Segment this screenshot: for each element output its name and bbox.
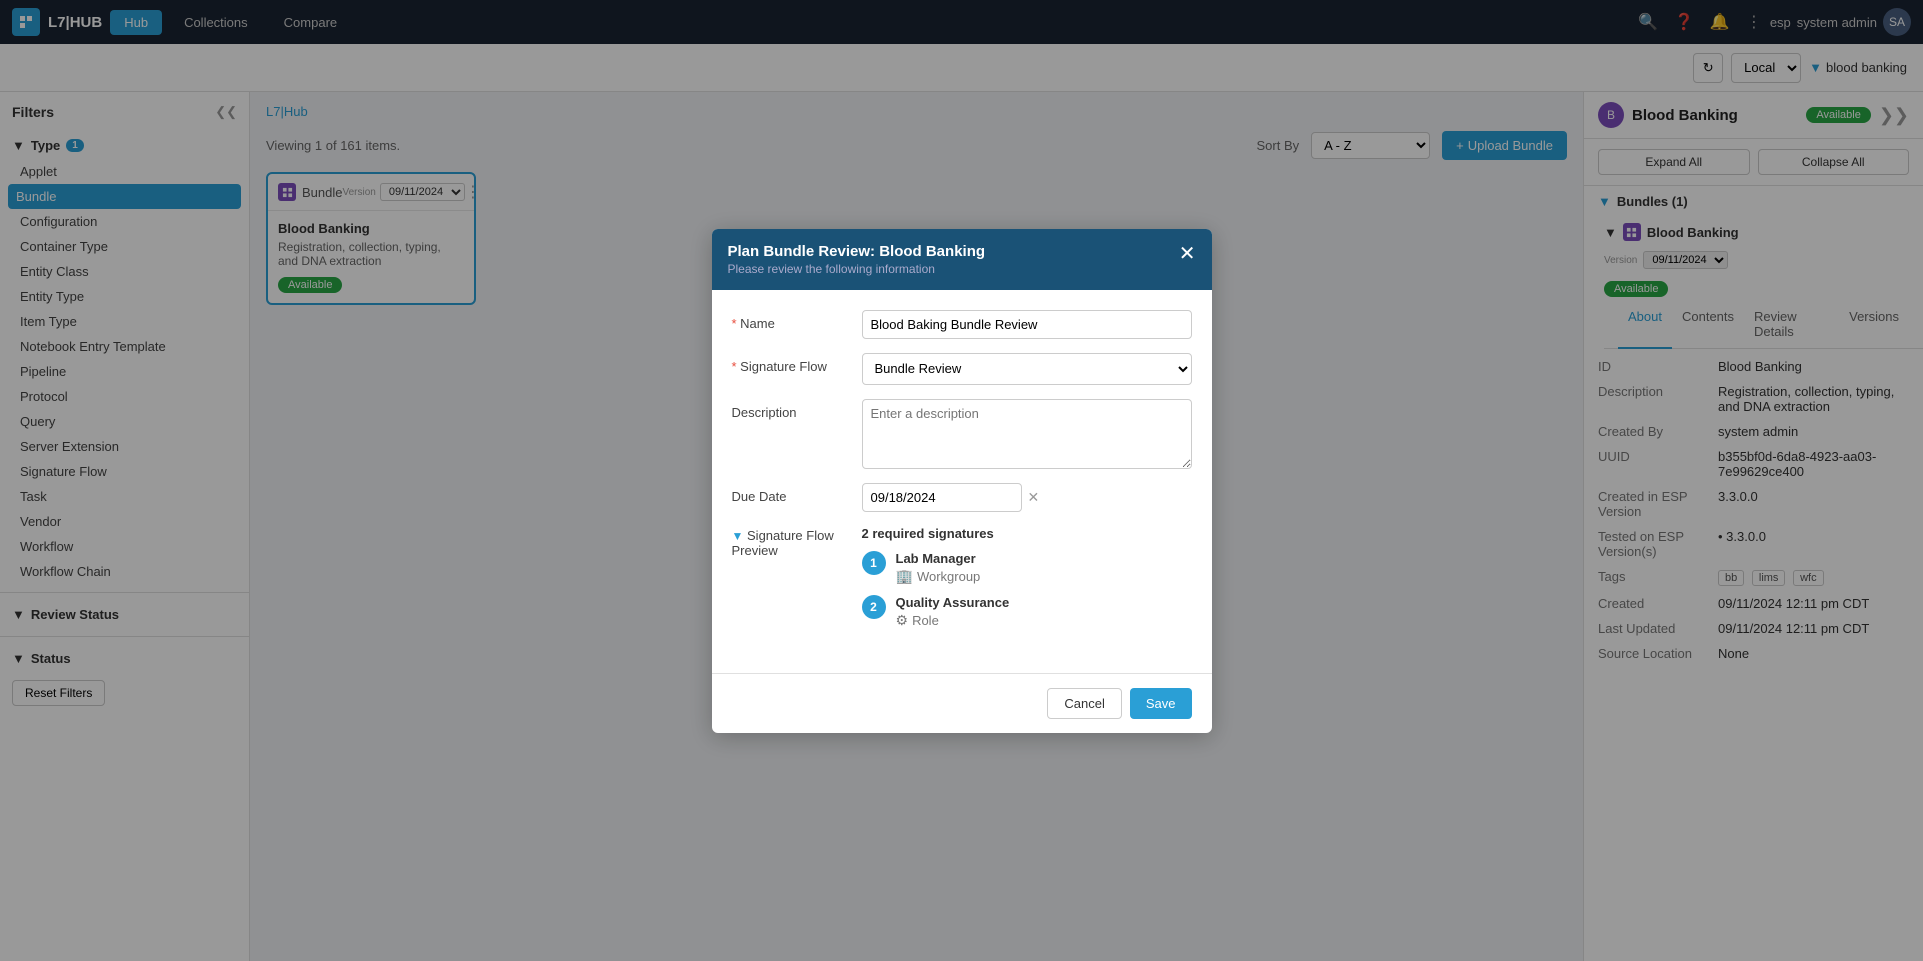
modal-close-button[interactable]: ✕ [1179, 241, 1196, 266]
sig-item-1: 1 Lab Manager 🏢 Workgroup [862, 551, 1010, 585]
form-label-due-date: Due Date [732, 483, 862, 504]
modal-header: Plan Bundle Review: Blood Banking Please… [712, 229, 1212, 290]
form-row-description: Description [732, 399, 1192, 469]
role-icon: ⚙ [896, 612, 909, 629]
sig-name-2: Quality Assurance [896, 595, 1010, 610]
sig-num-1: 1 [862, 551, 886, 575]
plan-bundle-review-modal: Plan Bundle Review: Blood Banking Please… [712, 229, 1212, 733]
save-button[interactable]: Save [1130, 688, 1192, 719]
sig-preview-section: 2 required signatures 1 Lab Manager 🏢 Wo… [862, 526, 1010, 639]
name-input[interactable] [862, 310, 1192, 339]
modal-footer: Cancel Save [712, 673, 1212, 733]
form-row-name: Name [732, 310, 1192, 339]
description-textarea[interactable] [862, 399, 1192, 469]
workgroup-icon: 🏢 [896, 568, 913, 585]
due-date-row: ✕ [862, 483, 1040, 512]
sig-type-2: ⚙ Role [896, 612, 1010, 629]
modal-subtitle: Please review the following information [728, 262, 986, 276]
sig-type-1: 🏢 Workgroup [896, 568, 981, 585]
modal-body: Name Signature Flow Bundle Review Standa… [712, 290, 1212, 673]
sig-name-1: Lab Manager [896, 551, 981, 566]
modal-overlay: Plan Bundle Review: Blood Banking Please… [0, 0, 1923, 961]
form-row-sig-preview: ▼ Signature Flow Preview 2 required sign… [732, 526, 1192, 639]
sig-num-2: 2 [862, 595, 886, 619]
form-label-name: Name [732, 310, 862, 331]
sig-info-1: Lab Manager 🏢 Workgroup [896, 551, 981, 585]
form-label-description: Description [732, 399, 862, 420]
date-clear-icon[interactable]: ✕ [1028, 489, 1040, 506]
sig-required-label: 2 required signatures [862, 526, 1010, 541]
form-label-sig-flow: Signature Flow [732, 353, 862, 374]
form-label-sig-preview: ▼ Signature Flow Preview [732, 526, 862, 558]
form-row-sig-flow: Signature Flow Bundle Review Standard Re… [732, 353, 1192, 385]
cancel-button[interactable]: Cancel [1047, 688, 1121, 719]
sig-info-2: Quality Assurance ⚙ Role [896, 595, 1010, 629]
form-row-due-date: Due Date ✕ [732, 483, 1192, 512]
sig-preview-collapse-icon[interactable]: ▼ [732, 529, 744, 543]
modal-title: Plan Bundle Review: Blood Banking [728, 243, 986, 260]
sig-flow-select[interactable]: Bundle Review Standard Review Quick Revi… [862, 353, 1192, 385]
due-date-input[interactable] [862, 483, 1022, 512]
sig-item-2: 2 Quality Assurance ⚙ Role [862, 595, 1010, 629]
